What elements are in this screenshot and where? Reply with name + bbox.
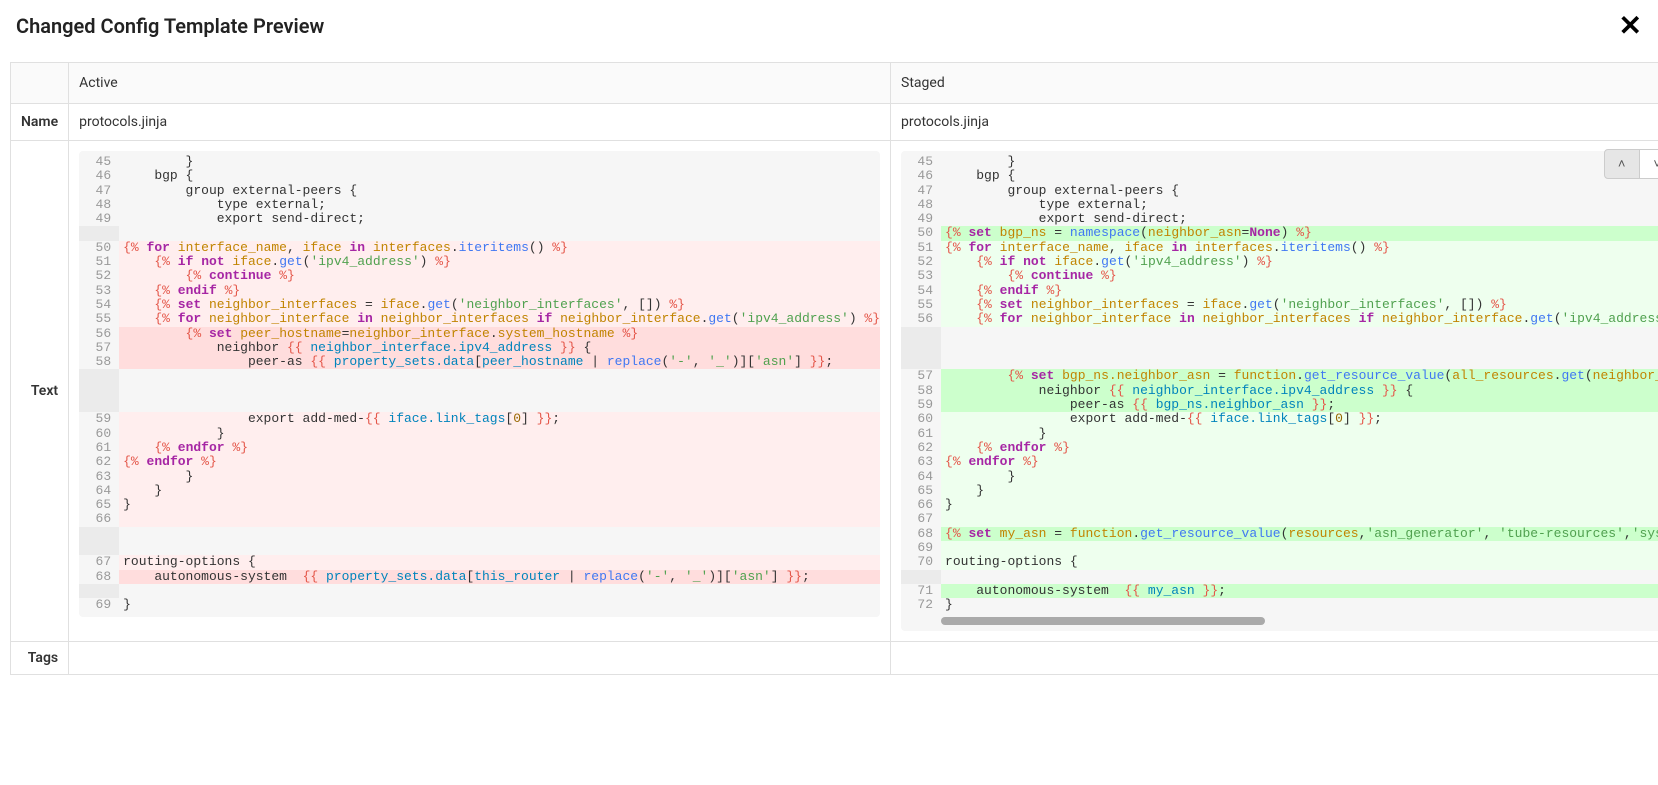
- diff-table: Active Staged Name protocols.jinja proto…: [10, 62, 1658, 675]
- code-line: [79, 226, 880, 240]
- code-line: [901, 570, 1658, 584]
- code-line: 57 {% set bgp_ns.neighbor_asn = function…: [901, 369, 1658, 383]
- code-line: 50{% set bgp_ns = namespace(neighbor_asn…: [901, 226, 1658, 240]
- code-line: 70routing-options {: [901, 555, 1658, 569]
- code-line: 66: [79, 512, 880, 526]
- code-line: 52 {% if not iface.get('ipv4_address') %…: [901, 255, 1658, 269]
- code-line: 54 {% set neighbor_interfaces = iface.ge…: [79, 298, 880, 312]
- code-line: [79, 527, 880, 541]
- code-line: 55 {% for neighbor_interface in neighbor…: [79, 312, 880, 326]
- code-line: 61 }: [901, 427, 1658, 441]
- diff-next-button[interactable]: ˅: [1640, 149, 1658, 179]
- row-label-tags: Tags: [11, 641, 69, 674]
- code-line: 71 autonomous-system {{ my_asn }};: [901, 584, 1658, 598]
- code-line: 49 export send-direct;: [901, 212, 1658, 226]
- code-line: 49 export send-direct;: [79, 212, 880, 226]
- code-line: 46 bgp {: [901, 169, 1658, 183]
- code-line: 58 peer-as {{ property_sets.data[peer_ho…: [79, 355, 880, 369]
- code-line: 64 }: [79, 484, 880, 498]
- code-line: [901, 341, 1658, 355]
- code-line: [79, 384, 880, 398]
- code-line: 67: [901, 512, 1658, 526]
- code-line: [79, 584, 880, 598]
- code-line: 65}: [79, 498, 880, 512]
- code-line: 69: [901, 541, 1658, 555]
- chevron-up-icon: ˄: [1618, 156, 1626, 172]
- code-panel-active: 45 }46 bgp {47 group external-peers {48 …: [79, 151, 880, 617]
- code-line: 63{% endfor %}: [901, 455, 1658, 469]
- code-line: [901, 327, 1658, 341]
- corner-cell: [11, 63, 69, 104]
- code-line: 60 export add-med-{{ iface.link_tags[0] …: [901, 412, 1658, 426]
- modal-title: Changed Config Template Preview: [16, 14, 324, 38]
- filename-active: protocols.jinja: [69, 104, 891, 141]
- code-line: 62 {% endfor %}: [901, 441, 1658, 455]
- code-line: 45 }: [79, 155, 880, 169]
- chevron-down-icon: ˅: [1653, 156, 1658, 172]
- code-line: [901, 355, 1658, 369]
- code-line: 66}: [901, 498, 1658, 512]
- code-line: 56 {% for neighbor_interface in neighbor…: [901, 312, 1658, 326]
- code-line: 51 {% if not iface.get('ipv4_address') %…: [79, 255, 880, 269]
- horizontal-scrollbar[interactable]: [941, 617, 1264, 625]
- diff-prev-button[interactable]: ˄: [1604, 149, 1640, 179]
- code-line: 63 }: [79, 470, 880, 484]
- code-line: 69}: [79, 598, 880, 612]
- code-line: 72}: [901, 598, 1658, 612]
- code-line: 48 type external;: [79, 198, 880, 212]
- code-line: 47 group external-peers {: [901, 184, 1658, 198]
- code-line: [79, 541, 880, 555]
- row-label-name: Name: [11, 104, 69, 141]
- code-line: 61 {% endfor %}: [79, 441, 880, 455]
- code-line: 64 }: [901, 470, 1658, 484]
- code-line: 45 }: [901, 155, 1658, 169]
- column-header-active: Active: [69, 63, 891, 104]
- code-line: 50{% for interface_name, iface in interf…: [79, 241, 880, 255]
- code-line: 53 {% endif %}: [79, 284, 880, 298]
- code-line: 53 {% continue %}: [901, 269, 1658, 283]
- close-icon[interactable]: ✕: [1619, 12, 1642, 40]
- code-line: 56 {% set peer_hostname=neighbor_interfa…: [79, 327, 880, 341]
- code-line: 48 type external;: [901, 198, 1658, 212]
- code-line: 55 {% set neighbor_interfaces = iface.ge…: [901, 298, 1658, 312]
- code-line: [79, 398, 880, 412]
- code-line: 51{% for interface_name, iface in interf…: [901, 241, 1658, 255]
- code-line: 47 group external-peers {: [79, 184, 880, 198]
- code-line: 58 neighbor {{ neighbor_interface.ipv4_a…: [901, 384, 1658, 398]
- row-label-text: Text: [11, 141, 69, 642]
- code-line: 65 }: [901, 484, 1658, 498]
- code-line: 67routing-options {: [79, 555, 880, 569]
- filename-staged: protocols.jinja: [891, 104, 1658, 141]
- code-line: 62{% endfor %}: [79, 455, 880, 469]
- code-line: 68 autonomous-system {{ property_sets.da…: [79, 570, 880, 584]
- code-line: 60 }: [79, 427, 880, 441]
- code-line: 68{% set my_asn = function.get_resource_…: [901, 527, 1658, 541]
- code-line: 59 peer-as {{ bgp_ns.neighbor_asn }};: [901, 398, 1658, 412]
- code-line: [79, 369, 880, 383]
- code-line: 52 {% continue %}: [79, 269, 880, 283]
- code-panel-staged: 45 }46 bgp {47 group external-peers {48 …: [901, 151, 1658, 631]
- code-line: 46 bgp {: [79, 169, 880, 183]
- code-line: 54 {% endif %}: [901, 284, 1658, 298]
- code-line: 59 export add-med-{{ iface.link_tags[0] …: [79, 412, 880, 426]
- code-line: 57 neighbor {{ neighbor_interface.ipv4_a…: [79, 341, 880, 355]
- column-header-staged: Staged: [891, 63, 1658, 104]
